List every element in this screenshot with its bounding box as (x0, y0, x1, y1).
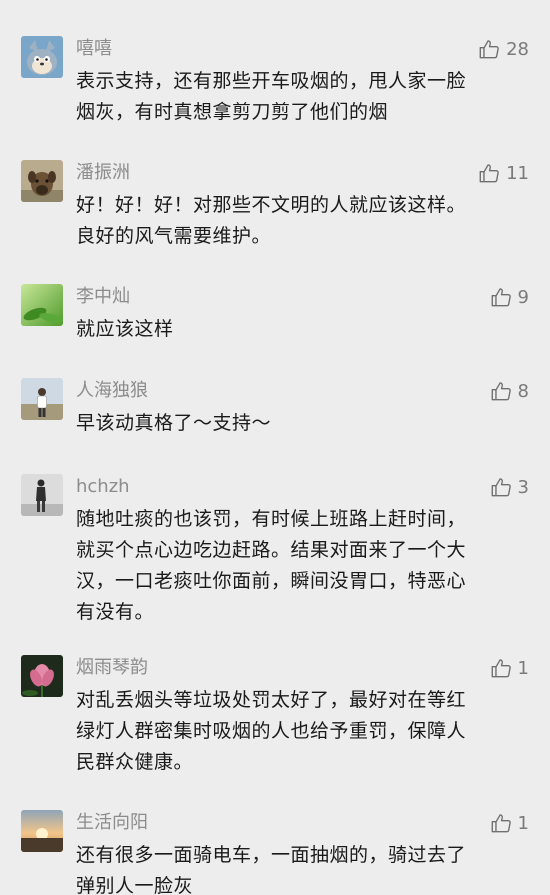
comment-text-line: 就买个点心边吃边赶路。结果对面来了一个大 (76, 539, 467, 561)
cartoon-cat-avatar-icon[interactable] (21, 36, 63, 78)
like-count: 8 (517, 380, 529, 402)
comment-text-line: 早该动真格了～支持～ (76, 412, 272, 434)
thumbs-up-icon (479, 164, 499, 183)
like-button[interactable]: 28 (478, 36, 529, 62)
comment-text-line: 弹别人一脸灰 (76, 875, 194, 895)
comment-text-line: 对乱丢烟头等垃圾处罚太好了，最好对在等红 (76, 689, 467, 711)
like-button[interactable]: 9 (490, 284, 529, 310)
puppy-avatar-icon[interactable] (21, 160, 63, 202)
comment-text: 对乱丢烟头等垃圾处罚太好了，最好对在等红 绿灯人群密集时吸烟的人也给予重罚，保障… (76, 685, 531, 778)
like-button[interactable]: 1 (490, 810, 529, 836)
thumbs-up-icon (491, 382, 511, 401)
comment-text: 还有很多一面骑电车，一面抽烟的，骑过去了 弹别人一脸灰 (76, 840, 531, 895)
comment-author[interactable]: 嘻嘻 (76, 36, 112, 62)
comment-text-line: 好！好！好！对那些不文明的人就应该这样。 (76, 194, 467, 216)
comment-text: 表示支持，还有那些开车吸烟的，甩人家一脸 烟灰，有时真想拿剪刀剪了他们的烟 (76, 66, 531, 128)
like-button[interactable]: 3 (490, 474, 529, 500)
comment-text-line: 烟灰，有时真想拿剪刀剪了他们的烟 (76, 101, 389, 123)
comment-text: 就应该这样 (76, 314, 531, 345)
comment-list: 嘻嘻 28 表示支持，还有那些开车吸烟的，甩人家一脸 烟灰，有时真想拿剪刀剪了他… (0, 0, 550, 895)
thumbs-up-icon (491, 659, 511, 678)
comment-text-line: 表示支持，还有那些开车吸烟的，甩人家一脸 (76, 70, 467, 92)
thumbs-up-icon (491, 814, 511, 833)
comment-text-line: 随地吐痰的也该罚，有时候上班路上赶时间， (76, 508, 467, 530)
comment-text-line: 民群众健康。 (76, 751, 194, 773)
comment-text: 早该动真格了～支持～ (76, 408, 531, 439)
comment-author[interactable]: hchzh (76, 474, 130, 500)
comment-text-line: 就应该这样 (76, 318, 174, 340)
comment-text-line: 良好的风气需要维护。 (76, 225, 272, 247)
comment-author[interactable]: 李中灿 (76, 284, 130, 310)
comment-author[interactable]: 烟雨琴韵 (76, 655, 148, 681)
walking-figure-avatar-icon[interactable] (21, 474, 63, 516)
comment-text: 好！好！好！对那些不文明的人就应该这样。 良好的风气需要维护。 (76, 190, 531, 252)
lotus-flower-avatar-icon[interactable] (21, 655, 63, 697)
person-outdoor-avatar-icon[interactable] (21, 378, 63, 420)
like-button[interactable]: 11 (478, 160, 529, 186)
green-leaf-avatar-icon[interactable] (21, 284, 63, 326)
comment-text: 随地吐痰的也该罚，有时候上班路上赶时间， 就买个点心边吃边赶路。结果对面来了一个… (76, 504, 531, 628)
like-count: 1 (517, 812, 529, 834)
comment-text-line: 还有很多一面骑电车，一面抽烟的，骑过去了 (76, 844, 467, 866)
comment-text-line: 有没有。 (76, 601, 155, 623)
comment-author[interactable]: 人海独狼 (76, 378, 148, 404)
comment-author[interactable]: 生活向阳 (76, 810, 148, 836)
thumbs-up-icon (491, 288, 511, 307)
like-count: 3 (517, 476, 529, 498)
comment-text-line: 汉，一口老痰吐你面前，瞬间没胃口，特恶心 (76, 570, 467, 592)
like-button[interactable]: 8 (490, 378, 529, 404)
thumbs-up-icon (479, 40, 499, 59)
thumbs-up-icon (491, 478, 511, 497)
like-button[interactable]: 1 (490, 655, 529, 681)
like-count: 9 (517, 286, 529, 308)
sunset-avatar-icon[interactable] (21, 810, 63, 852)
like-count: 11 (506, 162, 529, 184)
comment-text-line: 绿灯人群密集时吸烟的人也给予重罚，保障人 (76, 720, 467, 742)
like-count: 1 (517, 657, 529, 679)
comment-author[interactable]: 潘振洲 (76, 160, 130, 186)
like-count: 28 (506, 38, 529, 60)
